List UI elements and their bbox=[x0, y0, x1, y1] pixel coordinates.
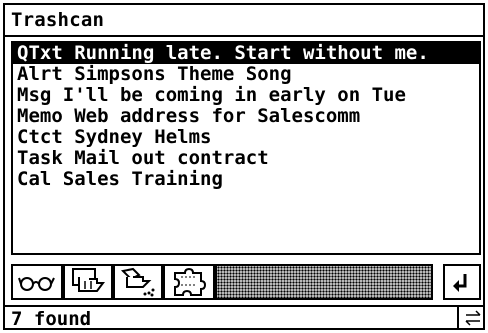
trash-item-list[interactable]: QTxt Running late. Start without me. Alr… bbox=[11, 41, 481, 255]
glasses-icon bbox=[18, 277, 55, 291]
window-title: Trashcan bbox=[11, 9, 105, 31]
puzzle-button[interactable] bbox=[163, 264, 215, 300]
restore-button[interactable] bbox=[63, 264, 113, 300]
list-item[interactable]: Memo Web address for Salescomm bbox=[13, 106, 479, 127]
return-arrow-icon bbox=[453, 274, 467, 292]
trashcan-window: Trashcan QTxt Running late. Start withou… bbox=[3, 3, 485, 330]
title-bar: Trashcan bbox=[5, 5, 483, 37]
scroll-arrows-icon[interactable] bbox=[464, 309, 482, 327]
restore-hand-icon bbox=[72, 268, 105, 292]
delete-button[interactable] bbox=[113, 264, 163, 300]
list-item[interactable]: Cal Sales Training bbox=[13, 169, 479, 190]
view-button[interactable] bbox=[11, 264, 63, 300]
toolbar bbox=[11, 264, 481, 300]
back-button[interactable] bbox=[443, 264, 481, 300]
status-bar: 7 found bbox=[5, 305, 483, 330]
list-item[interactable]: Msg I'll be coming in early on Tue bbox=[13, 85, 479, 106]
list-item[interactable]: Ctct Sydney Helms bbox=[13, 127, 479, 148]
toolbar-filler bbox=[215, 264, 433, 300]
list-item[interactable]: Alrt Simpsons Theme Song bbox=[13, 64, 479, 85]
delete-hand-icon bbox=[120, 267, 155, 297]
list-item[interactable]: QTxt Running late. Start without me. bbox=[13, 43, 479, 64]
list-item[interactable]: Task Mail out contract bbox=[13, 148, 479, 169]
status-divider bbox=[457, 307, 459, 330]
result-count: 7 found bbox=[11, 308, 92, 330]
puzzle-icon bbox=[174, 267, 207, 296]
